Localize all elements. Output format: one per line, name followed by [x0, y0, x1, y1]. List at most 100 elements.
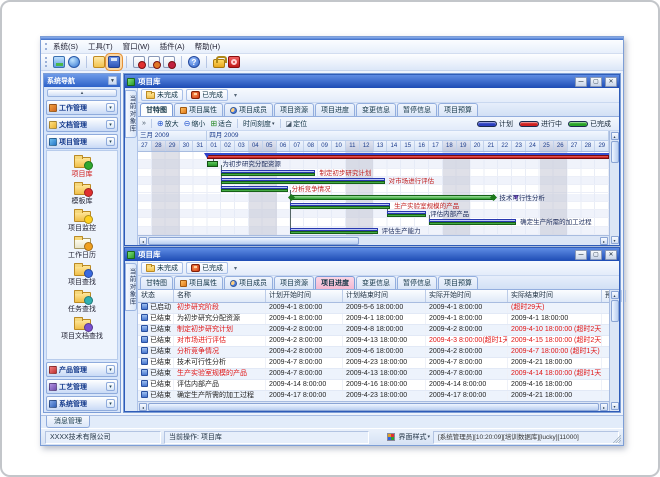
report-open-icon[interactable] [148, 56, 160, 68]
tab-item[interactable]: 甘特图 [140, 276, 173, 289]
close-button[interactable] [605, 77, 617, 87]
scroll-right-icon[interactable]: ▸ [600, 403, 608, 411]
scroll-up-icon[interactable]: ▴ [611, 291, 619, 299]
task-bar[interactable] [290, 195, 495, 202]
task-bar[interactable] [207, 161, 218, 168]
time-scale-dropdown[interactable]: 时间刻度 [243, 119, 275, 129]
more-tools-icon[interactable]: » [142, 120, 146, 127]
vscroll-thumb[interactable] [611, 300, 619, 322]
sidebar-section[interactable]: 项目管理 [46, 134, 118, 149]
pin-icon[interactable] [108, 76, 117, 85]
column-header[interactable]: 计划开始时间 [266, 290, 343, 302]
gantt-vscrollbar[interactable]: ▴ ▾ [609, 131, 619, 245]
gantt-hscrollbar[interactable]: ◂ ▸ [138, 235, 609, 245]
chevron-down-icon[interactable] [106, 399, 115, 408]
hscroll-thumb[interactable] [148, 403, 599, 411]
table-row[interactable]: 已结束对市场进行评估2009-4-2 8:00:002009-4-13 18:0… [138, 336, 609, 347]
tab-item[interactable]: 暂停信息 [397, 276, 437, 289]
report-delete-icon[interactable] [163, 56, 175, 68]
scroll-left-icon[interactable]: ◂ [139, 403, 147, 411]
column-header[interactable]: 实际开始时间 [426, 290, 508, 302]
task-bar[interactable] [221, 186, 287, 193]
tab-item[interactable]: 项目资源 [274, 103, 314, 116]
scroll-right-icon[interactable]: ▸ [600, 237, 608, 245]
table-row[interactable]: 已结束制定初步研究计划2009-4-2 8:00:002009-4-8 18:0… [138, 325, 609, 336]
current-object-library-tab[interactable]: 当前对象库 [125, 90, 137, 138]
folder-open-icon[interactable] [93, 56, 105, 68]
sidebar-section[interactable]: 工作管理 [46, 100, 118, 115]
globe-icon[interactable] [68, 56, 80, 68]
tab-item[interactable]: 项目预算 [438, 276, 478, 289]
zoom-in-button[interactable]: 放大 [157, 119, 179, 129]
sidebar-item[interactable]: 项目文档查找 [61, 315, 103, 341]
tab-item[interactable]: 项目属性 [174, 276, 223, 289]
sidebar-item[interactable]: 模板库 [72, 180, 93, 206]
vscroll-thumb[interactable] [611, 141, 619, 163]
chevron-down-icon[interactable] [106, 137, 115, 146]
table-row[interactable]: 已结束分析竞争情况2009-4-2 8:00:002009-4-6 18:00:… [138, 347, 609, 358]
tab-item[interactable]: 项目资源 [274, 276, 314, 289]
message-management-tab[interactable]: 消息管理 [46, 416, 90, 428]
sidebar-item[interactable]: 任务查找 [68, 288, 96, 314]
column-header[interactable]: 成 [622, 290, 626, 302]
save-icon[interactable] [108, 56, 120, 68]
tab-item[interactable]: 变更信息 [356, 276, 396, 289]
table-row[interactable]: 已启动初步研究阶段2009-4-1 8:00:002009-5-6 18:00:… [138, 303, 609, 314]
task-bar[interactable] [290, 203, 390, 210]
exit-icon[interactable] [228, 56, 240, 68]
menu-item[interactable]: 窗口(W) [123, 41, 150, 52]
table-row[interactable]: 已结束为初步研究分配资源2009-4-1 8:00:002009-4-1 18:… [138, 314, 609, 325]
tab-item[interactable]: 项目属性 [174, 103, 223, 116]
scroll-down-icon[interactable]: ▾ [611, 402, 619, 410]
gantt-window-titlebar[interactable]: 项目库 [125, 75, 619, 88]
tab-item[interactable]: 甘特图 [140, 103, 173, 116]
close-button[interactable] [605, 250, 617, 260]
table-row[interactable]: 已结束技术可行性分析2009-4-7 8:00:002009-4-23 18:0… [138, 358, 609, 369]
tab-item[interactable]: 变更信息 [356, 103, 396, 116]
scroll-left-icon[interactable]: ◂ [139, 237, 147, 245]
sidebar-item[interactable]: 项目库 [72, 153, 93, 179]
table-vscrollbar[interactable]: ▴ ▾ [609, 290, 619, 411]
hscroll-thumb[interactable] [148, 237, 359, 245]
menu-item[interactable]: 系统(S) [53, 41, 78, 52]
help-icon[interactable] [188, 56, 200, 68]
column-header[interactable]: 名称 [174, 290, 266, 302]
chevron-down-icon[interactable] [106, 382, 115, 391]
minimize-button[interactable] [575, 250, 587, 260]
tab-item[interactable]: 项目预算 [438, 103, 478, 116]
sidebar-section[interactable]: 产品管理 [46, 362, 118, 377]
table-row[interactable]: 已结束评估内部产品2009-4-14 8:00:002009-4-16 18:0… [138, 380, 609, 391]
fit-button[interactable]: 适合 [210, 119, 232, 129]
menu-item[interactable]: 工具(T) [88, 41, 113, 52]
table-hscrollbar[interactable]: ◂ ▸ [138, 401, 609, 411]
toolbar-overflow-icon[interactable] [234, 265, 237, 272]
sidebar-item[interactable]: 项目查找 [68, 261, 96, 287]
task-bar[interactable] [290, 228, 377, 235]
scroll-up-icon[interactable]: ▴ [611, 132, 619, 140]
chevron-down-icon[interactable] [106, 365, 115, 374]
unfinished-button[interactable]: 未完成 [141, 262, 183, 274]
workstation-icon[interactable] [53, 56, 65, 68]
tab-item[interactable]: 项目成员 [224, 276, 273, 289]
minimize-button[interactable] [575, 77, 587, 87]
table-row[interactable]: 已结束确定生产所需的加工过程2009-4-17 8:00:002009-4-23… [138, 391, 609, 401]
zoom-out-button[interactable]: 缩小 [184, 119, 206, 129]
tab-item[interactable]: 项目进度 [315, 103, 355, 116]
lock-icon[interactable] [213, 59, 225, 68]
chevron-down-icon[interactable] [106, 120, 115, 129]
task-bar[interactable] [429, 219, 516, 226]
tab-item[interactable]: 项目进度 [315, 276, 355, 289]
locate-button[interactable]: 定位 [286, 119, 308, 129]
maximize-button[interactable] [590, 77, 602, 87]
scroll-down-icon[interactable]: ▾ [611, 236, 619, 244]
sidebar-item[interactable]: 工作日历 [68, 234, 96, 260]
sidebar-collapse-button[interactable] [47, 89, 117, 97]
sidebar-section[interactable]: 系统管理 [46, 396, 118, 411]
tab-item[interactable]: 项目成员 [224, 103, 273, 116]
unfinished-button[interactable]: 未完成 [141, 89, 183, 101]
table-row[interactable]: 已结束生产实验室规模的产品2009-4-7 8:00:002009-4-13 1… [138, 369, 609, 380]
menu-item[interactable]: 插件(A) [160, 41, 185, 52]
sidebar-section[interactable]: 文档管理 [46, 117, 118, 132]
menu-item[interactable]: 帮助(H) [195, 41, 220, 52]
interface-style-dropdown[interactable]: 界面样式 [398, 432, 430, 442]
